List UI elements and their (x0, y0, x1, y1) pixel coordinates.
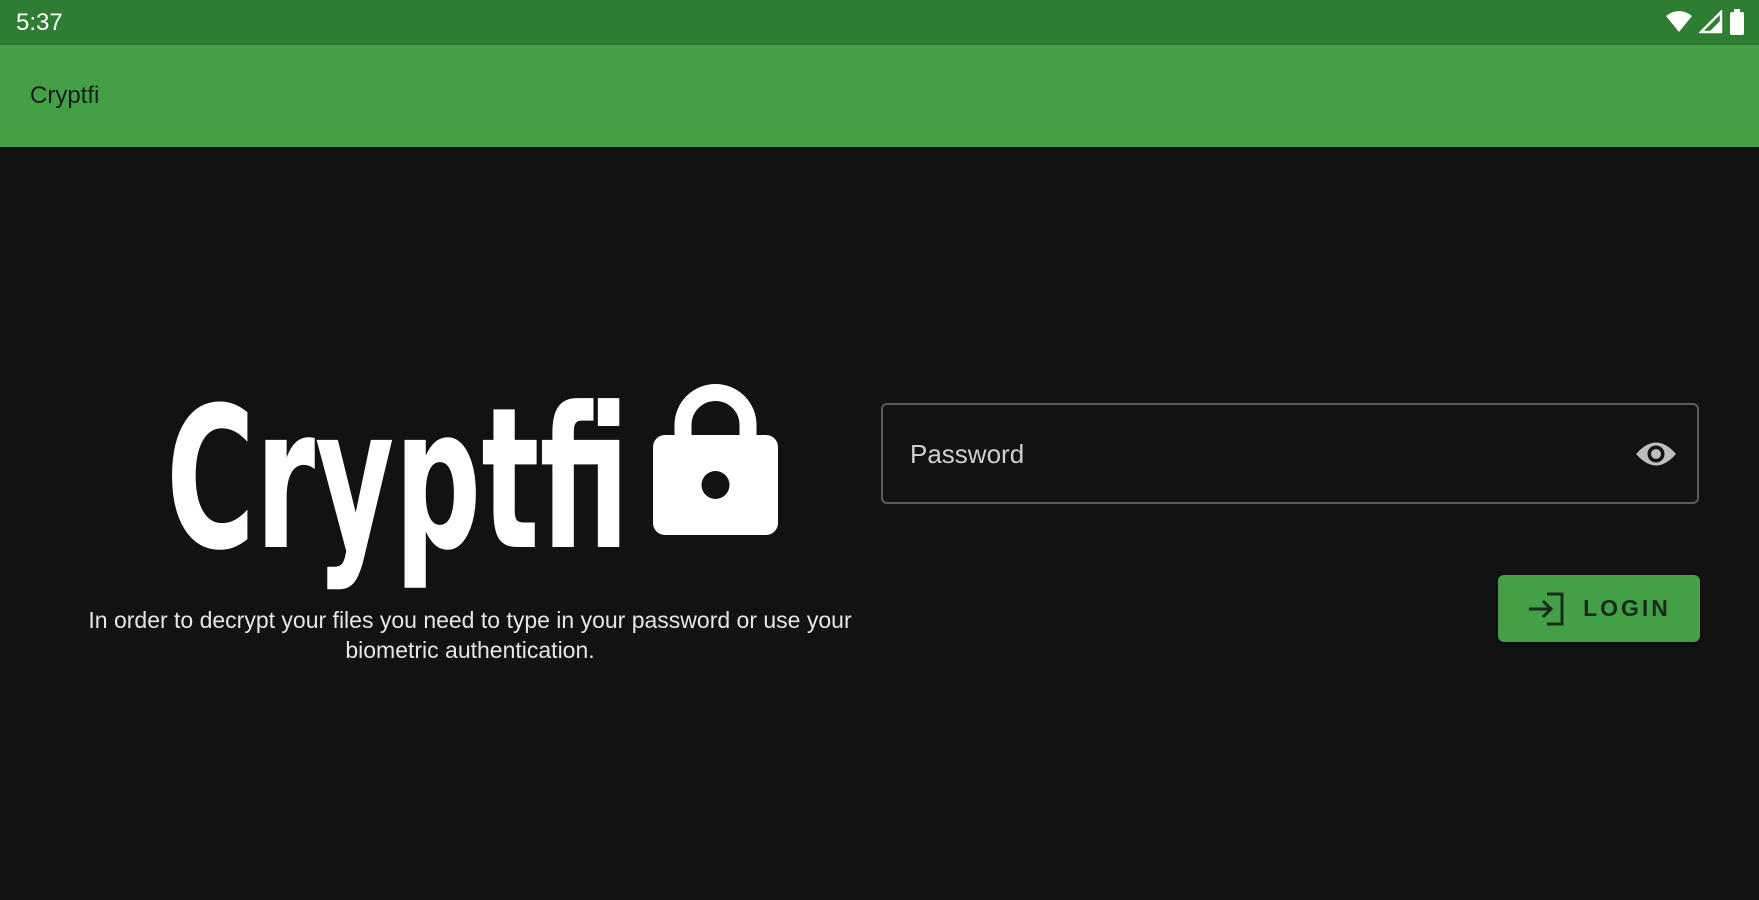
status-time: 5:37 (16, 9, 63, 36)
toggle-password-visibility-button[interactable] (1633, 433, 1679, 475)
cryptfi-logo: Cryptfi (166, 375, 778, 585)
eye-icon (1636, 442, 1676, 466)
logo-text: Cryptfi (166, 366, 630, 594)
login-description: In order to decrypt your files you need … (88, 607, 852, 663)
password-label: Password (910, 439, 1025, 469)
lock-icon (653, 384, 778, 535)
login-screen: Cryptfi In order to decrypt your files y… (0, 147, 1759, 900)
app-title: Cryptfi (30, 82, 100, 109)
status-icons (1665, 9, 1745, 35)
status-bar: 5:37 (0, 0, 1759, 45)
login-icon (1529, 592, 1564, 625)
battery-icon (1730, 9, 1744, 35)
wifi-icon (1666, 11, 1692, 32)
app-bar: Cryptfi (0, 45, 1759, 147)
signal-icon (1699, 10, 1723, 34)
login-button[interactable]: LOGIN (1498, 575, 1700, 642)
password-field[interactable]: Password (881, 403, 1699, 504)
login-label: LOGIN (1583, 595, 1671, 621)
